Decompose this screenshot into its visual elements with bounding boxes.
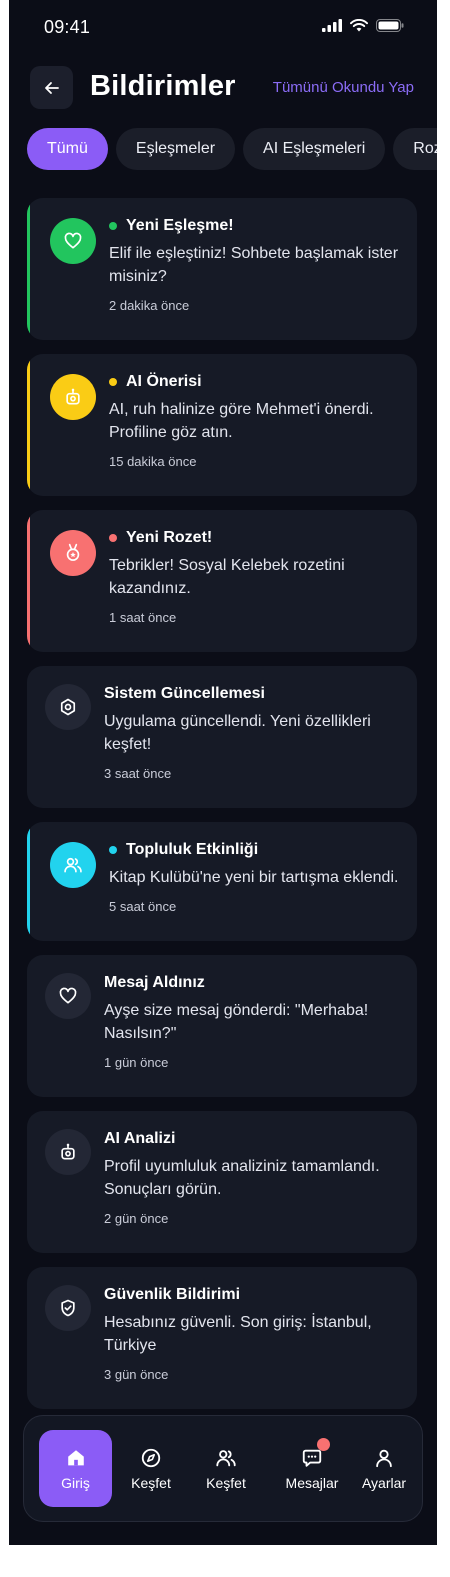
- notification-text: Uygulama güncellendi. Yeni özellikleri k…: [104, 713, 371, 753]
- notification-title: Mesaj Aldınız: [104, 974, 205, 991]
- nav-messages[interactable]: Mesajlar: [274, 1430, 350, 1507]
- notification-text: AI, ruh halinize göre Mehmet'i önerdi. P…: [109, 401, 374, 441]
- settings-icon: [45, 684, 91, 730]
- nav-settings[interactable]: Ayarlar: [354, 1430, 414, 1507]
- nav-label: Mesajlar: [285, 1474, 339, 1491]
- status-icons: [322, 19, 404, 32]
- notification-time: 1 gün önce: [104, 1055, 169, 1070]
- user-icon: [376, 1449, 392, 1467]
- back-button[interactable]: [30, 66, 73, 109]
- notification-text: Profil uyumluluk analiziniz tamamlandı. …: [104, 1158, 380, 1198]
- wifi-icon: [350, 19, 368, 32]
- compass-icon: [141, 1448, 161, 1467]
- notification-time: 3 saat önce: [104, 766, 172, 781]
- notification-card[interactable]: Güvenlik Bildirimi Hesabınız güvenli. So…: [27, 1267, 417, 1409]
- nav-community[interactable]: Keşfet: [196, 1430, 256, 1507]
- notification-time: 1 saat önce: [109, 610, 177, 625]
- shield-icon: [45, 1285, 91, 1331]
- notification-title: Topluluk Etkinliği: [126, 841, 259, 858]
- phone-screen: 09:41 Bildirimler Tümünü Okundu Yap Tümü…: [9, 0, 437, 1545]
- page-title: Bildirimler: [90, 70, 236, 102]
- nav-explore[interactable]: Keşfet: [121, 1430, 181, 1507]
- notification-time: 2 gün önce: [104, 1211, 169, 1226]
- notification-list: Yeni Eşleşme! Elif ile eşleştiniz! Sohbe…: [27, 198, 427, 1423]
- mark-all-read-button[interactable]: Tümünü Okundu Yap: [273, 79, 414, 96]
- heart-icon: [45, 973, 91, 1019]
- battery-icon: [376, 19, 404, 32]
- filter-tabs: Tümü Eşleşmeler AI Eşleşmeleri Rozetler: [27, 128, 437, 170]
- notification-title: AI Analizi: [104, 1130, 176, 1147]
- heart-icon: [50, 218, 96, 264]
- notification-text: Elif ile eşleştiniz! Sohbete başlamak is…: [109, 245, 399, 285]
- status-bar: 09:41: [9, 0, 437, 56]
- unread-dot: [109, 378, 117, 386]
- notification-time: 2 dakika önce: [109, 298, 190, 313]
- notification-badge: [317, 1438, 330, 1451]
- tab-matches[interactable]: Eşleşmeler: [115, 128, 236, 170]
- unread-dot: [109, 846, 117, 854]
- notification-title: Yeni Rozet!: [126, 529, 213, 546]
- notification-text: Hesabınız güvenli. Son giriş: İstanbul, …: [104, 1314, 372, 1354]
- users-icon: [216, 1449, 236, 1466]
- notification-text: Kitap Kulübü'ne yeni bir tartışma eklend…: [109, 869, 399, 886]
- status-time: 09:41: [44, 17, 91, 37]
- tab-ai-matches[interactable]: AI Eşleşmeleri: [243, 128, 386, 170]
- tab-all[interactable]: Tümü: [27, 128, 108, 170]
- unread-dot: [109, 534, 117, 542]
- notification-time: 15 dakika önce: [109, 454, 197, 469]
- robot-icon: [50, 374, 96, 420]
- medal-icon: [50, 530, 96, 576]
- notification-card[interactable]: Mesaj Aldınız Ayşe size mesaj gönderdi: …: [27, 955, 417, 1097]
- notification-card[interactable]: Yeni Rozet! Tebrikler! Sosyal Kelebek ro…: [27, 510, 417, 652]
- nav-home[interactable]: Giriş: [39, 1430, 112, 1507]
- notification-card[interactable]: AI Önerisi AI, ruh halinize göre Mehmet'…: [27, 354, 417, 496]
- header: Bildirimler Tümünü Okundu Yap: [9, 64, 437, 110]
- nav-label: Keşfet: [131, 1474, 171, 1491]
- notification-card[interactable]: AI Analizi Profil uyumluluk analiziniz t…: [27, 1111, 417, 1253]
- notification-card[interactable]: Yeni Eşleşme! Elif ile eşleştiniz! Sohbe…: [27, 198, 417, 340]
- signal-icon: [322, 19, 342, 32]
- notification-time: 3 gün önce: [104, 1367, 169, 1382]
- notification-card[interactable]: Sistem Güncellemesi Uygulama güncellendi…: [27, 666, 417, 808]
- notification-text: Tebrikler! Sosyal Kelebek rozetini kazan…: [109, 557, 345, 597]
- notification-title: AI Önerisi: [126, 373, 202, 390]
- arrow-left-icon: [44, 81, 59, 94]
- home-icon: [67, 1449, 84, 1465]
- nav-label: Keşfet: [206, 1474, 246, 1491]
- tab-badges[interactable]: Rozetler: [393, 128, 437, 170]
- notification-time: 5 saat önce: [109, 899, 177, 914]
- bottom-nav: Giriş Keşfet Keşfet Mesajlar Ayarlar: [23, 1415, 423, 1522]
- notification-title: Yeni Eşleşme!: [126, 217, 234, 234]
- nav-label: Giriş: [61, 1474, 90, 1491]
- notification-text: Ayşe size mesaj gönderdi: "Merhaba! Nası…: [104, 1002, 369, 1042]
- robot-icon: [45, 1129, 91, 1175]
- notification-card[interactable]: Topluluk Etkinliği Kitap Kulübü'ne yeni …: [27, 822, 417, 941]
- nav-label: Ayarlar: [361, 1474, 407, 1491]
- notification-title: Sistem Güncellemesi: [104, 685, 265, 702]
- users-icon: [50, 842, 96, 888]
- unread-dot: [109, 222, 117, 230]
- notification-title: Güvenlik Bildirimi: [104, 1286, 241, 1303]
